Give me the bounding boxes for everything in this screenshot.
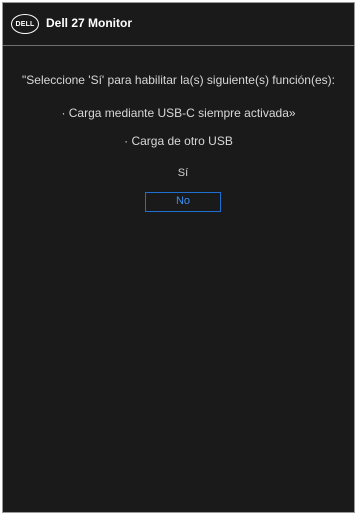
dell-logo: DELL (11, 14, 39, 34)
confirmation-prompt: "Seleccione 'Sí' para habilitar la(s) si… (22, 73, 335, 87)
header-divider (3, 45, 354, 46)
feature-usb-c-charging: · Carga mediante USB-C siempre activada» (61, 106, 296, 120)
feature-other-usb-charging: · Carga de otro USB (124, 134, 233, 148)
monitor-title: Dell 27 Monitor (46, 16, 133, 30)
dell-logo-text: DELL (15, 20, 35, 28)
no-option-button[interactable]: No (145, 192, 221, 212)
yes-option-button[interactable]: Sí (145, 163, 221, 183)
osd-window: DELL Dell 27 Monitor "Seleccione 'Sí' pa… (2, 2, 355, 513)
osd-header: DELL Dell 27 Monitor (3, 3, 354, 45)
